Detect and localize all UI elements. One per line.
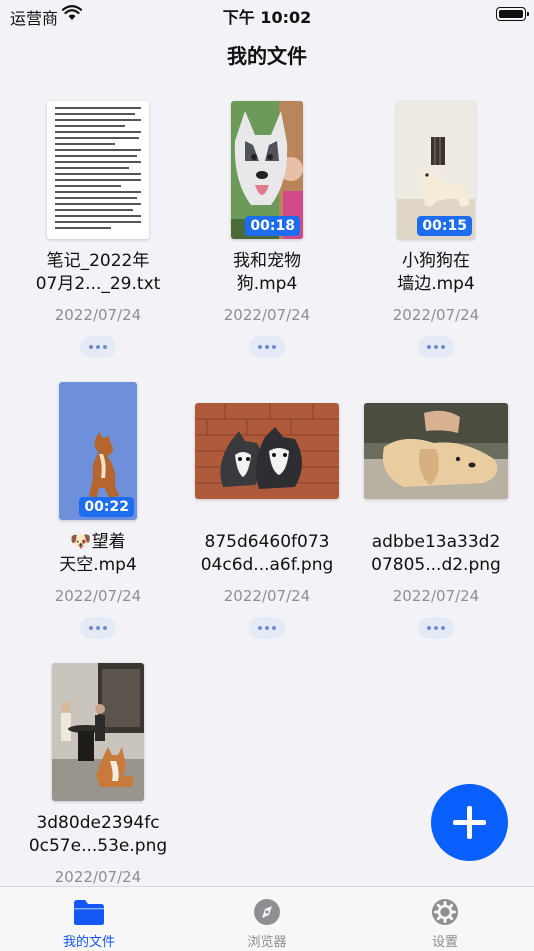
tab-settings[interactable]: 设置 [356,887,534,951]
file-item[interactable]: 00:15 小狗狗在 墙边.mp4 2022/07/24 [351,100,521,370]
file-item[interactable]: adbbe13a33d2 07805...d2.png 2022/07/24 [351,381,521,651]
add-file-button[interactable] [431,784,508,861]
file-name: 875d6460f073 04c6d...a6f.png [200,532,334,575]
file-name: 我和宠物 狗.mp4 [233,251,301,294]
more-options-button[interactable] [249,617,285,639]
file-name: 笔记_2022年 07月2..._29.txt [35,251,161,294]
more-options-button[interactable] [418,617,454,639]
file-date: 2022/07/24 [54,587,142,605]
video-duration-badge: 00:22 [79,497,134,517]
document-thumbnail [47,101,149,239]
more-options-button[interactable] [80,617,116,639]
file-name: adbbe13a33d2 07805...d2.png [371,532,501,575]
file-name: 小狗狗在 墙边.mp4 [397,251,475,294]
tab-bar: 我的文件 浏览器 设置 [0,886,534,951]
video-duration-badge: 00:18 [245,216,300,236]
video-thumbnail: 00:18 [231,101,303,239]
video-duration-badge: 00:15 [417,216,472,236]
image-thumbnail [195,403,339,499]
tab-label: 设置 [431,935,458,950]
file-item[interactable]: 00:22 🐶望着 天空.mp4 2022/07/24 [13,381,183,651]
page-title: 我的文件 [227,44,307,68]
file-item[interactable]: 00:18 我和宠物 狗.mp4 2022/07/24 [182,100,352,370]
file-date: 2022/07/24 [392,306,480,324]
file-date: 2022/07/24 [223,587,311,605]
folder-icon [74,900,104,925]
battery-icon [496,7,529,21]
tab-browser[interactable]: 浏览器 [178,887,356,951]
clock: 下午 10:02 [222,8,312,27]
file-item[interactable]: 笔记_2022年 07月2..._29.txt 2022/07/24 [13,100,183,370]
file-name: 🐶望着 天空.mp4 [59,532,137,575]
more-options-button[interactable] [80,336,116,358]
file-date: 2022/07/24 [54,868,142,886]
tab-label: 我的文件 [62,935,115,950]
file-date: 2022/07/24 [54,306,142,324]
status-bar: 运营商 下午 10:02 [0,0,534,30]
compass-icon [254,899,280,925]
file-item[interactable]: 875d6460f073 04c6d...a6f.png 2022/07/24 [182,381,352,651]
tab-my-files[interactable]: 我的文件 [0,887,178,951]
gear-icon [432,899,458,925]
more-options-button[interactable] [418,336,454,358]
tab-label: 浏览器 [247,935,287,950]
video-thumbnail: 00:22 [59,382,137,520]
image-thumbnail [364,403,508,499]
video-thumbnail: 00:15 [397,101,475,239]
file-name: 3d80de2394fc 0c57e...53e.png [28,813,168,856]
image-thumbnail [52,663,144,801]
more-options-button[interactable] [249,336,285,358]
file-date: 2022/07/24 [392,587,480,605]
file-date: 2022/07/24 [223,306,311,324]
